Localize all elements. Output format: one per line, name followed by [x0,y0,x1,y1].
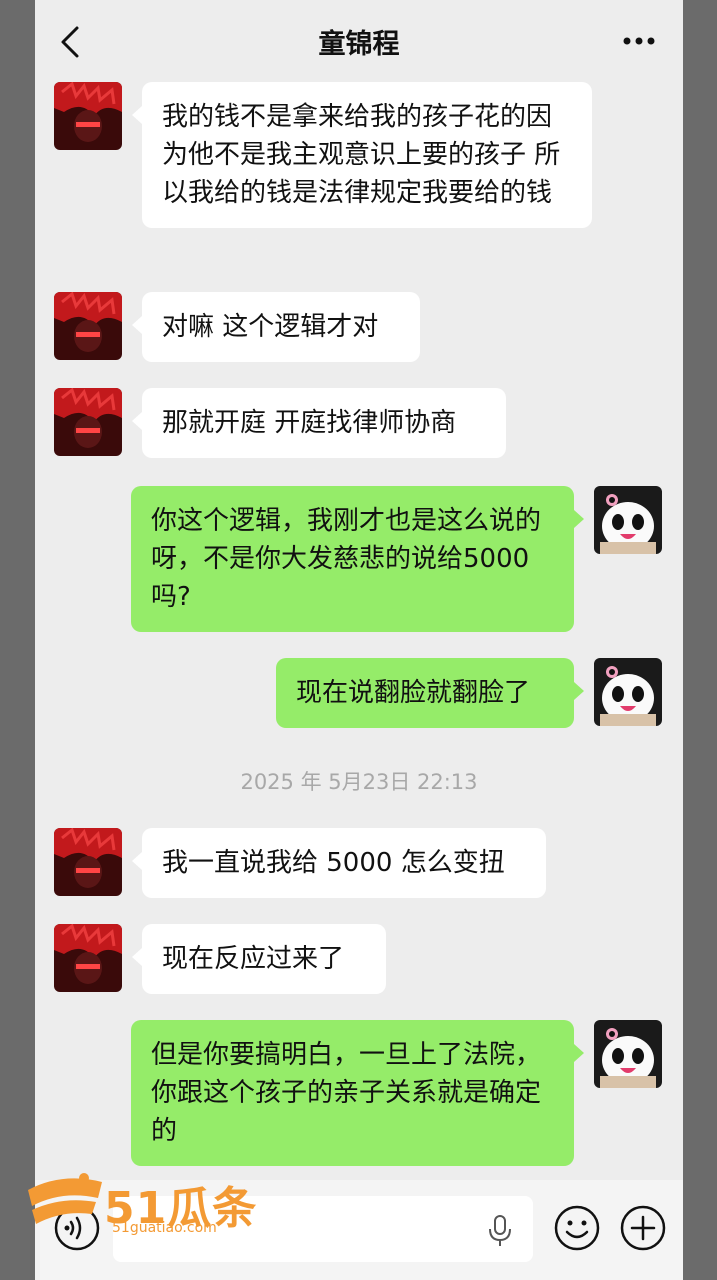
self-avatar[interactable] [594,1020,662,1088]
self-avatar[interactable] [594,658,662,726]
message-bubble-incoming[interactable]: 现在反应过来了 [142,924,386,994]
watermark-emblem-icon [28,1173,102,1224]
emoji-icon [554,1205,600,1251]
contact-avatar[interactable] [54,828,122,896]
plus-button[interactable] [619,1204,667,1252]
chat-header: 童锦程 [35,0,683,84]
watermark-logo: 51瓜条 51guatiao.com [22,1168,262,1238]
message-bubble-outgoing[interactable]: 现在说翻脸就翻脸了 [276,658,574,728]
chat-title: 童锦程 [318,29,400,60]
contact-avatar[interactable] [54,924,122,992]
more-dots-icon [623,37,655,45]
contact-avatar[interactable] [54,388,122,456]
self-avatar[interactable] [594,486,662,554]
chat-timestamp: 2025 年 5月23日 22:13 [240,770,478,794]
contact-avatar[interactable] [54,82,122,150]
more-button[interactable] [619,26,659,56]
watermark-url: 51guatiao.com [112,1220,217,1236]
message-bubble-incoming[interactable]: 那就开庭 开庭找律师协商 [142,388,506,458]
mic-button[interactable] [485,1214,515,1248]
message-bubble-incoming[interactable]: 我的钱不是拿来给我的孩子花的因为他不是我主观意识上要的孩子 所以我给的钱是法律规… [142,82,592,228]
message-bubble-incoming[interactable]: 对嘛 这个逻辑才对 [142,292,420,362]
message-bubble-incoming[interactable]: 我一直说我给 5000 怎么变扭 [142,828,546,898]
microphone-icon [489,1215,511,1246]
contact-avatar[interactable] [54,292,122,360]
message-bubble-outgoing[interactable]: 但是你要搞明白，一旦上了法院，你跟这个孩子的亲子关系就是确定的 [131,1020,574,1166]
plus-icon [620,1205,666,1251]
chat-screen: 童锦程 我的钱不是拿来给我的孩子花的因为他不是我主观意识上要的孩子 所以我给的钱… [35,0,683,1280]
emoji-button[interactable] [553,1204,601,1252]
message-bubble-outgoing[interactable]: 你这个逻辑，我刚才也是这么说的呀，不是你大发慈悲的说给5000吗? [131,486,574,632]
